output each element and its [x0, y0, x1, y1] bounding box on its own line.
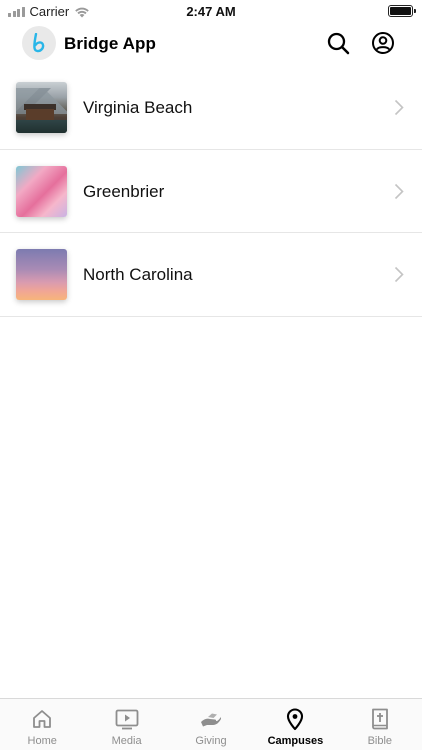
tab-campuses[interactable]: Campuses	[253, 699, 337, 750]
giving-hand-icon	[201, 713, 222, 727]
tab-label: Media	[111, 735, 142, 747]
bible-icon	[371, 708, 388, 730]
play-icon	[115, 709, 139, 730]
tab-label: Campuses	[267, 735, 324, 747]
app-title: Bridge App	[64, 34, 156, 53]
campus-row-north-carolina[interactable]: North Carolina	[0, 233, 422, 317]
tab-giving[interactable]: Giving	[169, 699, 253, 750]
tab-media[interactable]: Media	[84, 699, 168, 750]
profile-icon[interactable]	[371, 31, 395, 55]
chevron-right-icon	[394, 99, 404, 116]
status-bar: Carrier 2:47 AM	[0, 0, 422, 22]
battery-icon	[388, 5, 416, 17]
tab-label: Home	[27, 735, 57, 747]
app-logo	[22, 26, 56, 60]
campus-name: North Carolina	[83, 265, 193, 284]
campus-name: Greenbrier	[83, 181, 165, 201]
campus-thumbnail	[16, 82, 67, 133]
home-icon	[33, 710, 52, 728]
tab-bible[interactable]: Bible	[338, 699, 422, 750]
tab-label: Giving	[195, 735, 227, 747]
campus-thumbnail	[16, 165, 67, 217]
campus-thumbnail	[16, 249, 67, 300]
tab-label: Bible	[367, 735, 393, 747]
tab-home[interactable]: Home	[0, 699, 84, 750]
app-header: Bridge App	[0, 22, 422, 66]
bridge-logo-icon	[33, 33, 45, 53]
campus-row-virginia-beach[interactable]: Virginia Beach	[0, 66, 422, 150]
chevron-right-icon	[394, 266, 404, 283]
campus-name: Virginia Beach	[83, 98, 193, 117]
location-pin-icon	[287, 708, 304, 731]
campus-list: Virginia Beach Greenbrier North Carolina	[0, 66, 422, 317]
tab-bar: Home Media Giving Campuses Bible	[0, 698, 422, 750]
chevron-right-icon	[394, 183, 404, 199]
status-time: 2:47 AM	[186, 4, 236, 19]
search-icon[interactable]	[326, 31, 350, 55]
campus-row-greenbrier[interactable]: Greenbrier	[0, 150, 422, 233]
